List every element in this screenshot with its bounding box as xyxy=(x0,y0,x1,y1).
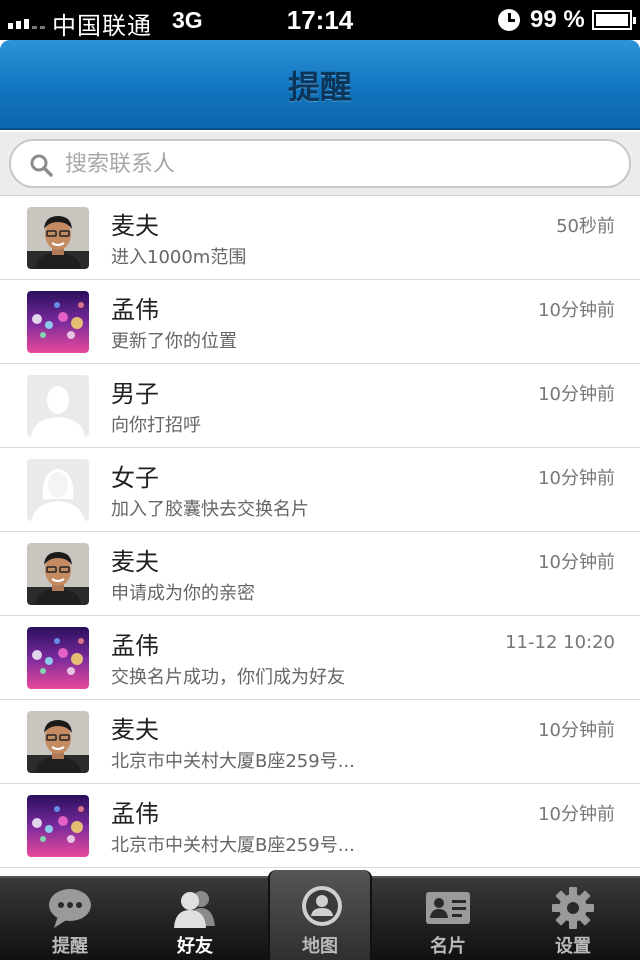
navigation-bar: 提醒 xyxy=(0,40,640,130)
avatar xyxy=(27,207,89,269)
list-item[interactable]: 女子 加入了胶囊快去交换名片 10分钟前 xyxy=(0,448,640,532)
status-bar: 中国联通 3G 17:14 99 % xyxy=(0,0,640,40)
tab-card[interactable]: 名片 xyxy=(384,878,512,960)
list-item[interactable]: 麦夫 申请成为你的亲密 10分钟前 xyxy=(0,532,640,616)
avatar xyxy=(27,459,89,521)
page-title: 提醒 xyxy=(287,68,352,106)
tab-settings[interactable]: 设置 xyxy=(509,878,637,960)
search-field[interactable] xyxy=(9,139,631,188)
tab-label: 名片 xyxy=(430,936,466,957)
tab-map[interactable]: 地图 xyxy=(268,870,372,960)
avatar xyxy=(27,375,89,437)
list-item[interactable]: 孟伟 北京市中关村大厦B座259号... 10分钟前 xyxy=(0,784,640,868)
tab-friends[interactable]: 好友 xyxy=(131,878,259,960)
list-item[interactable]: 孟伟 更新了你的位置 10分钟前 xyxy=(0,280,640,364)
clock-lock-icon xyxy=(498,9,520,31)
person-placeholder-icon xyxy=(27,375,89,437)
tab-reminders[interactable]: 提醒 xyxy=(6,878,134,960)
search-bar xyxy=(0,132,640,196)
notification-message: 进入1000m范围 xyxy=(111,247,247,268)
contact-name: 男子 xyxy=(111,380,159,408)
contact-name: 孟伟 xyxy=(111,632,159,660)
notification-time: 11-12 10:20 xyxy=(505,632,615,653)
notification-message: 交换名片成功，你们成为好友 xyxy=(111,667,345,688)
notification-message: 向你打招呼 xyxy=(111,415,201,436)
notification-message: 北京市中关村大厦B座259号... xyxy=(111,835,355,856)
map-pin-icon xyxy=(302,886,342,926)
tab-label: 提醒 xyxy=(52,936,88,957)
notification-time: 50秒前 xyxy=(556,216,615,237)
search-input[interactable] xyxy=(65,149,605,179)
tab-label: 设置 xyxy=(555,936,591,957)
battery-icon xyxy=(592,10,636,30)
notification-message: 北京市中关村大厦B座259号... xyxy=(111,751,355,772)
search-icon xyxy=(30,154,53,177)
notification-time: 10分钟前 xyxy=(538,468,615,489)
contact-name: 女子 xyxy=(111,464,159,492)
person-photo-icon xyxy=(27,543,89,605)
contact-name: 麦夫 xyxy=(111,716,159,744)
list-item[interactable]: 麦夫 北京市中关村大厦B座259号... 10分钟前 xyxy=(0,700,640,784)
notification-time: 10分钟前 xyxy=(538,804,615,825)
tab-bar: 提醒 好友 地图 名片 设置 xyxy=(0,870,640,960)
notification-time: 10分钟前 xyxy=(538,720,615,741)
card-icon xyxy=(426,892,470,924)
notification-time: 10分钟前 xyxy=(538,384,615,405)
list-item[interactable]: 男子 向你打招呼 10分钟前 xyxy=(0,364,640,448)
friends-icon xyxy=(174,891,215,928)
tab-label: 好友 xyxy=(177,936,213,957)
contact-name: 麦夫 xyxy=(111,548,159,576)
battery-percent: 99 % xyxy=(530,6,585,33)
notification-time: 10分钟前 xyxy=(538,300,615,321)
notification-list: 麦夫 进入1000m范围 50秒前 孟伟 更新了你的位置 10分钟前 男子 向你… xyxy=(0,196,640,868)
tab-label: 地图 xyxy=(302,936,338,957)
contact-name: 孟伟 xyxy=(111,296,159,324)
person-photo-icon xyxy=(27,207,89,269)
chat-bubble-icon xyxy=(49,889,91,928)
list-item[interactable]: 麦夫 进入1000m范围 50秒前 xyxy=(0,196,640,280)
avatar xyxy=(27,711,89,773)
notification-message: 加入了胶囊快去交换名片 xyxy=(111,499,309,520)
notification-time: 10分钟前 xyxy=(538,552,615,573)
avatar xyxy=(27,291,89,353)
person-photo-icon xyxy=(27,711,89,773)
bokeh-photo-icon xyxy=(27,795,89,857)
person-placeholder-icon xyxy=(27,459,89,521)
contact-name: 孟伟 xyxy=(111,800,159,828)
bokeh-photo-icon xyxy=(27,291,89,353)
avatar xyxy=(27,627,89,689)
avatar xyxy=(27,795,89,857)
list-item[interactable]: 孟伟 交换名片成功，你们成为好友 11-12 10:20 xyxy=(0,616,640,700)
avatar xyxy=(27,543,89,605)
gear-icon xyxy=(552,887,594,929)
notification-message: 更新了你的位置 xyxy=(111,331,237,352)
contact-name: 麦夫 xyxy=(111,212,159,240)
notification-message: 申请成为你的亲密 xyxy=(111,583,255,604)
bokeh-photo-icon xyxy=(27,627,89,689)
